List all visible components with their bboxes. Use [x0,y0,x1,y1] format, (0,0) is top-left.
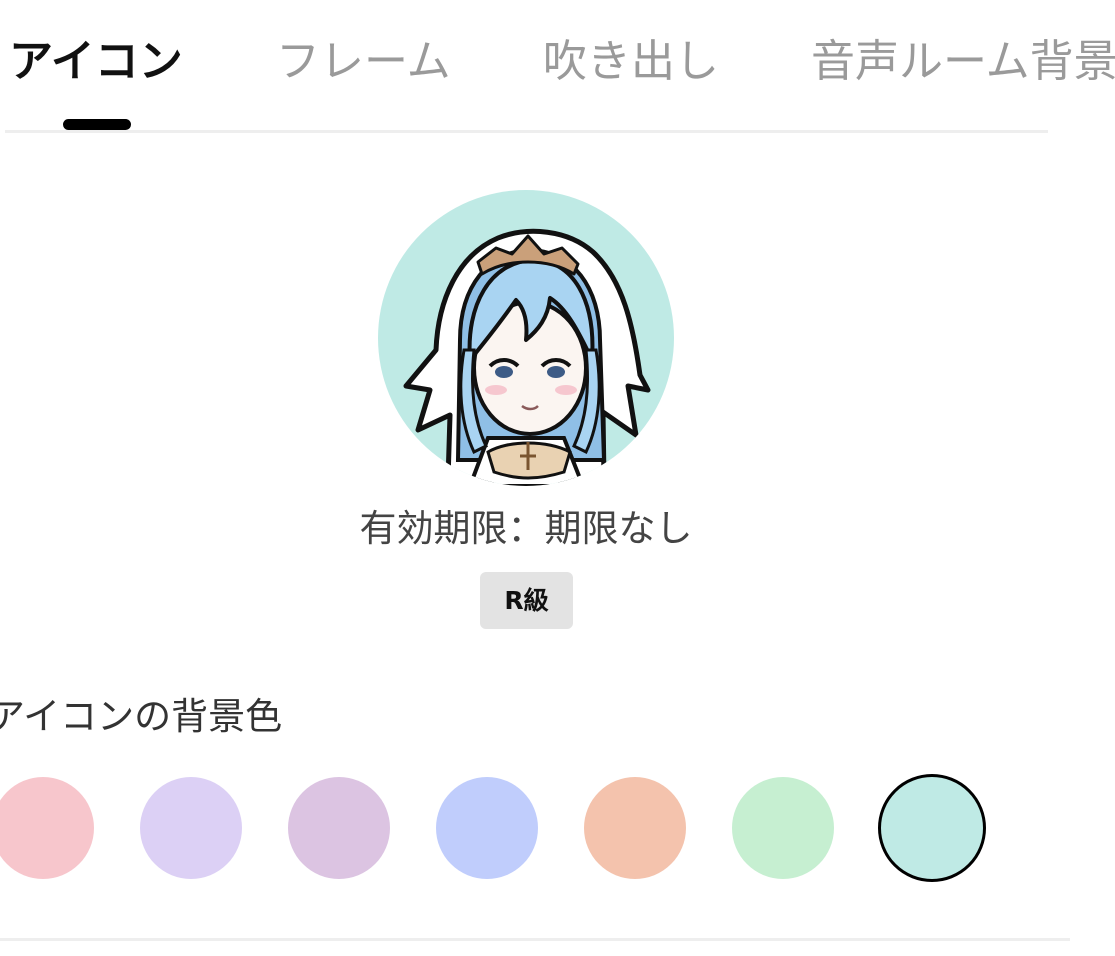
tab-speech-bubble[interactable]: 吹き出し [543,34,719,90]
expiry-text: 有効期限：期限なし [359,507,693,550]
tab-voice-room-background[interactable]: 音声ルーム背景 [811,34,1115,90]
icon-settings-screen: アイコン フレーム 吹き出し 音声ルーム背景 有効期限：期限なし R級 アイコン… [0,0,1115,956]
color-swatch-mauve[interactable] [288,777,390,879]
section-divider [0,938,1070,941]
color-swatch-lavender[interactable] [140,777,242,879]
background-color-label: アイコンの背景色 [0,695,283,738]
tab-bar: アイコン フレーム 吹き出し 音声ルーム背景 [0,0,1115,133]
color-swatch-pink[interactable] [0,777,94,879]
anime-girl-avatar-image [378,190,674,486]
tab-bar-divider [5,130,1048,133]
color-swatch-periwinkle[interactable] [436,777,538,879]
color-swatch-peach[interactable] [584,777,686,879]
tab-icon[interactable]: アイコン [9,34,183,90]
avatar-preview [378,190,674,486]
color-swatch-mint[interactable] [732,777,834,879]
tab-frame[interactable]: フレーム [276,34,451,90]
active-tab-indicator [63,119,131,130]
rank-badge: R級 [480,572,573,629]
color-swatch-aqua-selected[interactable] [878,774,986,882]
